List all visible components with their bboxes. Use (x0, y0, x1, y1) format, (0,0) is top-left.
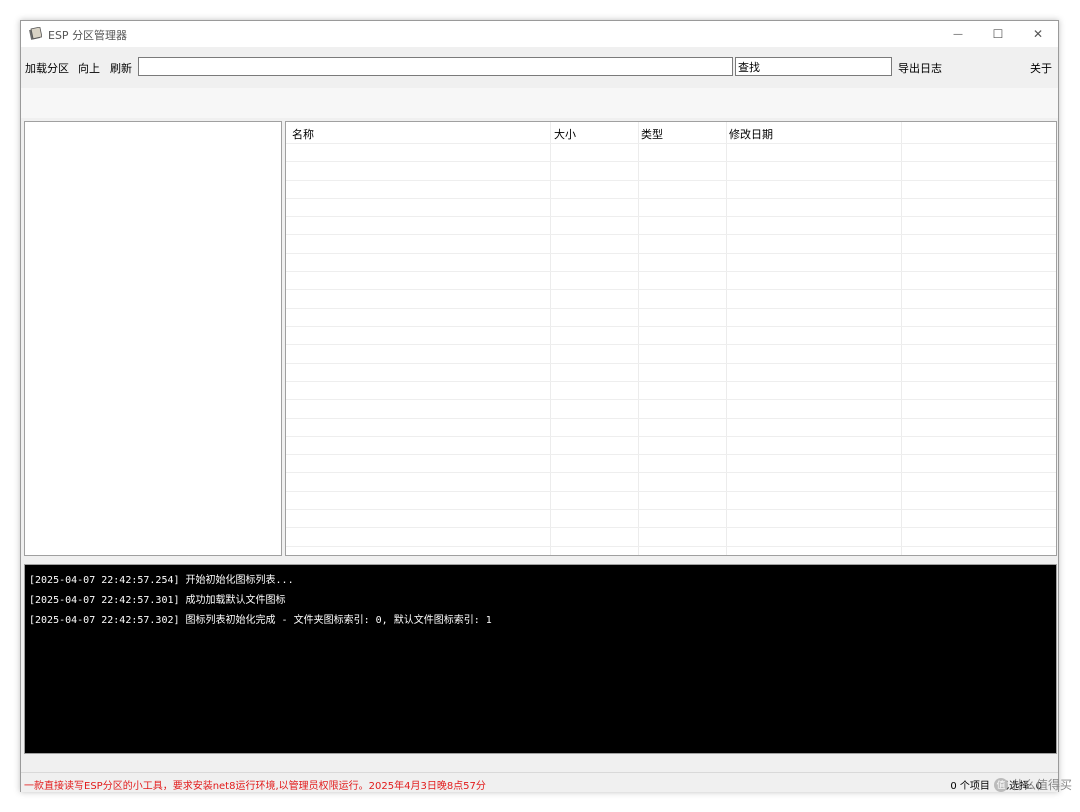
search-input[interactable]: 查找 (735, 57, 892, 76)
window-title: ESP 分区管理器 (48, 29, 128, 42)
row-gridline (286, 363, 1056, 364)
minimize-button[interactable]: — (938, 21, 978, 47)
row-gridline (286, 253, 1056, 254)
about-button[interactable]: 关于 (1030, 60, 1052, 76)
load-partition-button[interactable]: 加载分区 (25, 60, 69, 76)
row-gridline (286, 161, 1056, 162)
close-button[interactable]: ✕ (1018, 21, 1058, 47)
maximize-button[interactable]: ☐ (978, 21, 1018, 47)
partition-tree[interactable] (24, 121, 282, 556)
status-bar: 一款直接读写ESP分区的小工具，要求安装net8运行环境,以管理员权限运行。20… (21, 772, 1058, 792)
column-header-modified[interactable]: 修改日期 (729, 126, 773, 142)
up-button[interactable]: 向上 (78, 60, 100, 76)
row-gridline (286, 546, 1056, 547)
row-gridline (286, 180, 1056, 181)
row-gridline (286, 472, 1056, 473)
row-gridline (286, 234, 1056, 235)
row-gridline (286, 216, 1056, 217)
row-gridline (286, 344, 1056, 345)
info-band (21, 88, 1058, 118)
row-gridline (286, 143, 1056, 144)
log-line: [2025-04-07 22:42:57.302] 图标列表初始化完成 - 文件… (29, 615, 492, 626)
column-header-name[interactable]: 名称 (292, 126, 314, 142)
watermark-text: 什么值得买 (1011, 778, 1072, 792)
maximize-icon: ☐ (992, 27, 1004, 41)
item-count: 0 个项目 (950, 781, 990, 792)
row-gridline (286, 271, 1056, 272)
refresh-button[interactable]: 刷新 (110, 60, 132, 76)
file-list[interactable]: 名称 大小 类型 修改日期 (285, 121, 1057, 556)
title-bar[interactable]: ESP 分区管理器 — ☐ ✕ (21, 21, 1058, 47)
row-gridline (286, 527, 1056, 528)
row-gridline (286, 454, 1056, 455)
toolbar: 加载分区 向上 刷新 查找 导出日志 关于 (21, 51, 1058, 81)
row-gridline (286, 326, 1056, 327)
row-gridline (286, 198, 1056, 199)
status-message: 一款直接读写ESP分区的小工具，要求安装net8运行环境,以管理员权限运行。20… (24, 781, 486, 792)
row-gridline (286, 289, 1056, 290)
row-gridline (286, 399, 1056, 400)
close-icon: ✕ (1032, 27, 1044, 41)
log-line: [2025-04-07 22:42:57.254] 开始初始化图标列表... (29, 575, 294, 586)
column-header-size[interactable]: 大小 (554, 126, 576, 142)
log-console[interactable]: [2025-04-07 22:42:57.254] 开始初始化图标列表... [… (24, 564, 1057, 754)
export-log-button[interactable]: 导出日志 (898, 60, 942, 76)
column-header-type[interactable]: 类型 (641, 126, 663, 142)
row-gridline (286, 491, 1056, 492)
row-gridline (286, 509, 1056, 510)
app-window: ESP 分区管理器 — ☐ ✕ 加载分区 向上 刷新 查找 导出日志 关于 名称… (20, 20, 1059, 792)
path-input[interactable] (138, 57, 733, 76)
log-line: [2025-04-07 22:42:57.301] 成功加载默认文件图标 (29, 595, 286, 606)
row-gridline (286, 381, 1056, 382)
row-gridline (286, 418, 1056, 419)
watermark: 值 什么值得买 (993, 776, 1072, 793)
minimize-icon: — (953, 28, 963, 40)
app-icon (29, 27, 42, 40)
row-gridline (286, 308, 1056, 309)
watermark-badge: 值 (993, 777, 1008, 792)
row-gridline (286, 436, 1056, 437)
